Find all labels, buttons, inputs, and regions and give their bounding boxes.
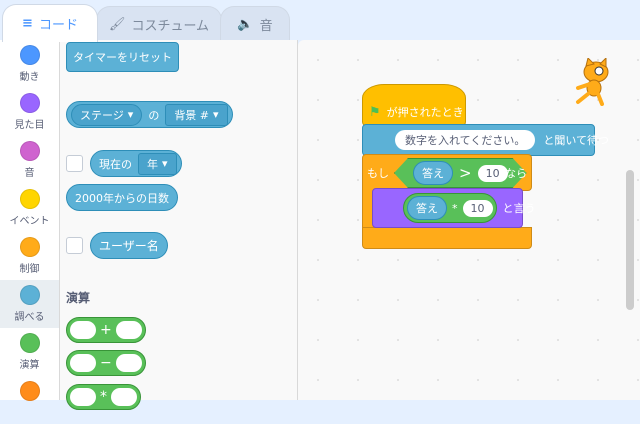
add-block[interactable]: + (66, 317, 146, 343)
script-area[interactable]: ⚑ が押されたとき 数字を入れてください。 と聞いて待つ もし 答え > 10 … (298, 40, 640, 400)
days-since-2000-block[interactable]: 2000年からの日数 (66, 184, 178, 211)
category-5[interactable]: 調べる (0, 280, 59, 328)
answer-reporter[interactable]: 答え (413, 161, 453, 185)
tab-sounds[interactable]: 🔈 音 (220, 6, 290, 42)
category-1[interactable]: 見た目 (0, 88, 59, 136)
property-dropdown[interactable]: 背景 #▾ (165, 104, 227, 126)
category-dot-icon (20, 189, 40, 209)
username-checkbox[interactable] (66, 237, 83, 254)
current-dropdown[interactable]: 年▾ (138, 153, 177, 175)
category-dot-icon (20, 285, 40, 305)
multiply-operator[interactable]: 答え * 10 (403, 193, 497, 223)
current-block[interactable]: 現在の 年▾ (90, 150, 182, 177)
category-dot-icon (20, 237, 40, 257)
brush-icon: 🖌 (109, 17, 126, 32)
when-flag-clicked-block[interactable]: ⚑ が押されたとき (362, 84, 466, 126)
category-3[interactable]: イベント (0, 184, 59, 232)
if-block[interactable]: もし 答え > 10 なら 答え * 10 と言う (362, 154, 532, 250)
current-checkbox[interactable] (66, 155, 83, 172)
code-icon: ≡ (22, 16, 33, 31)
scrollbar[interactable] (626, 170, 634, 310)
sprite-cat-icon (572, 58, 616, 106)
ask-text-input[interactable]: 数字を入れてください。 (395, 130, 535, 150)
category-2[interactable]: 音 (0, 136, 59, 184)
block-palette: タイマーをリセット ステージ▾ の 背景 #▾ 現在の 年▾ 2000年からの日… (60, 40, 298, 400)
compare-value-input[interactable]: 10 (478, 165, 508, 182)
category-dot-icon (20, 381, 40, 401)
category-7[interactable] (0, 376, 59, 424)
category-6[interactable]: 演算 (0, 328, 59, 376)
category-4[interactable]: 制御 (0, 232, 59, 280)
category-0[interactable]: 動き (0, 40, 59, 88)
category-dot-icon (20, 141, 40, 161)
backdrop-of-block[interactable]: ステージ▾ の 背景 #▾ (66, 101, 233, 128)
username-block[interactable]: ユーザー名 (90, 232, 168, 259)
multiply-block[interactable]: * (66, 384, 141, 410)
tab-costumes[interactable]: 🖌 コスチューム (96, 6, 222, 42)
category-menu: 動き見た目音イベント制御調べる演算 (0, 40, 60, 400)
target-dropdown[interactable]: ステージ▾ (71, 104, 142, 126)
reset-timer-block[interactable]: タイマーをリセット (66, 42, 179, 72)
tab-code[interactable]: ≡ コード (2, 4, 98, 42)
category-dot-icon (20, 45, 40, 65)
ask-and-wait-block[interactable]: 数字を入れてください。 と聞いて待つ (362, 124, 595, 156)
category-dot-icon (20, 333, 40, 353)
speaker-icon: 🔈 (237, 17, 253, 32)
category-dot-icon (20, 93, 40, 113)
operators-heading: 演算 (66, 289, 90, 306)
subtract-block[interactable]: − (66, 350, 146, 376)
green-flag-icon: ⚑ (369, 105, 381, 120)
say-block[interactable]: 答え * 10 と言う (372, 188, 523, 228)
